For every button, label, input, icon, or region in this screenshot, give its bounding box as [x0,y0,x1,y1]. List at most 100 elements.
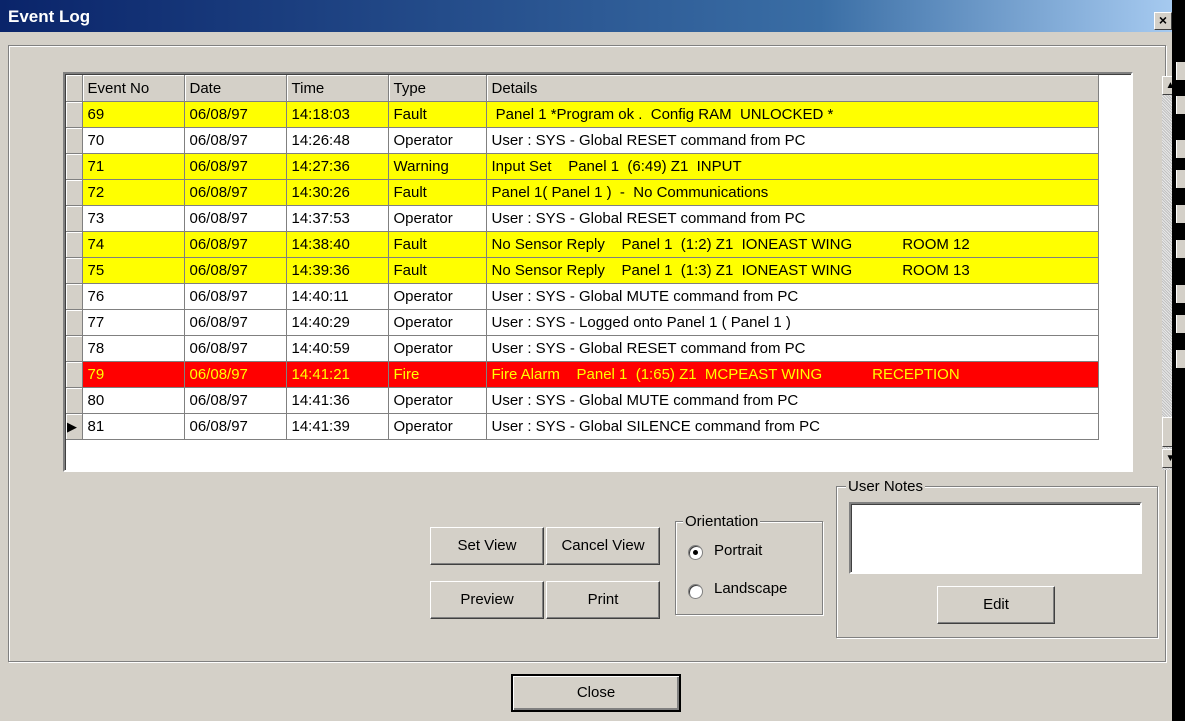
event-no-cell[interactable]: 69 [82,101,185,128]
date-cell[interactable]: 06/08/97 [184,153,287,180]
date-cell[interactable]: 06/08/97 [184,127,287,154]
table-row[interactable]: 73 06/08/97 14:37:53 Operator User : SYS - G… [66,205,1099,232]
type-cell[interactable]: Operator [388,309,487,336]
type-cell[interactable]: Operator [388,335,487,362]
event-no-cell[interactable]: 75 [82,257,185,284]
date-cell[interactable]: 06/08/97 [184,309,287,336]
table-row[interactable]: 75 06/08/97 14:39:36 Fault No Sensor Reply P… [66,257,1099,284]
landscape-label[interactable]: Landscape [714,580,787,597]
details-cell[interactable]: No Sensor Reply Panel 1 (1:3) Z1 IONEAST… [486,257,1099,284]
event-no-cell[interactable]: 79 [82,361,185,388]
row-selector[interactable] [66,335,83,362]
type-cell[interactable]: Operator [388,127,487,154]
table-row[interactable]: 72 06/08/97 14:30:26 Fault Panel 1( Panel 1 … [66,179,1099,206]
details-cell[interactable]: User : SYS - Logged onto Panel 1 ( Panel… [486,309,1099,336]
time-cell[interactable]: 14:40:59 [286,335,389,362]
type-cell[interactable]: Operator [388,413,487,440]
event-no-cell[interactable]: 81 [82,413,185,440]
type-cell[interactable]: Operator [388,205,487,232]
event-no-cell[interactable]: 71 [82,153,185,180]
column-header-event-no[interactable]: Event No [82,75,185,102]
edit-button[interactable]: Edit [937,586,1055,624]
time-cell[interactable]: 14:18:03 [286,101,389,128]
event-no-cell[interactable]: 80 [82,387,185,414]
time-cell[interactable]: 14:41:39 [286,413,389,440]
preview-button[interactable]: Preview [430,581,544,619]
type-cell[interactable]: Fault [388,257,487,284]
column-header-type[interactable]: Type [388,75,487,102]
row-selector[interactable] [66,205,83,232]
details-cell[interactable]: Panel 1( Panel 1 ) - No Communications [486,179,1099,206]
time-cell[interactable]: 14:41:21 [286,361,389,388]
table-row[interactable]: 74 06/08/97 14:38:40 Fault No Sensor Reply P… [66,231,1099,258]
column-header-date[interactable]: Date [184,75,287,102]
print-button[interactable]: Print [546,581,660,619]
row-selector[interactable] [66,257,83,284]
table-row[interactable]: 71 06/08/97 14:27:36 Warning Input Set Panel… [66,153,1099,180]
row-selector[interactable] [66,361,83,388]
time-cell[interactable]: 14:38:40 [286,231,389,258]
time-cell[interactable]: 14:37:53 [286,205,389,232]
event-no-cell[interactable]: 76 [82,283,185,310]
date-cell[interactable]: 06/08/97 [184,335,287,362]
type-cell[interactable]: Fire [388,361,487,388]
table-row[interactable]: 76 06/08/97 14:40:11 Operator User : SYS - G… [66,283,1099,310]
details-cell[interactable]: User : SYS - Global MUTE command from PC [486,387,1099,414]
set-view-button[interactable]: Set View [430,527,544,565]
portrait-label[interactable]: Portrait [714,542,762,559]
date-cell[interactable]: 06/08/97 [184,413,287,440]
portrait-radio[interactable] [688,545,703,560]
event-grid[interactable]: Event No Date Time Type Details 69 06/08/… [63,72,1179,472]
details-cell[interactable]: No Sensor Reply Panel 1 (1:2) Z1 IONEAST… [486,231,1099,258]
type-cell[interactable]: Operator [388,387,487,414]
table-row[interactable]: 78 06/08/97 14:40:59 Operator User : SYS - G… [66,335,1099,362]
row-selector[interactable] [66,309,83,336]
landscape-radio[interactable] [688,584,703,599]
details-cell[interactable]: Input Set Panel 1 (6:49) Z1 INPUT [486,153,1099,180]
details-cell[interactable]: User : SYS - Global RESET command from P… [486,335,1099,362]
event-no-cell[interactable]: 70 [82,127,185,154]
table-row[interactable]: ▶ 81 06/08/97 14:41:39 Operator User : SYS - … [66,413,1099,440]
close-icon[interactable]: × [1154,12,1172,30]
date-cell[interactable]: 06/08/97 [184,205,287,232]
type-cell[interactable]: Operator [388,283,487,310]
close-button[interactable]: Close [511,674,681,712]
date-cell[interactable]: 06/08/97 [184,257,287,284]
event-no-cell[interactable]: 77 [82,309,185,336]
row-selector[interactable] [66,231,83,258]
row-selector[interactable] [66,387,83,414]
time-cell[interactable]: 14:26:48 [286,127,389,154]
type-cell[interactable]: Warning [388,153,487,180]
details-cell[interactable]: User : SYS - Global RESET command from P… [486,127,1099,154]
user-notes-field[interactable] [849,502,1142,574]
event-no-cell[interactable]: 73 [82,205,185,232]
row-selector[interactable] [66,101,83,128]
details-cell[interactable]: User : SYS - Global MUTE command from PC [486,283,1099,310]
date-cell[interactable]: 06/08/97 [184,361,287,388]
date-cell[interactable]: 06/08/97 [184,231,287,258]
event-no-cell[interactable]: 74 [82,231,185,258]
column-header-details[interactable]: Details [486,75,1099,102]
time-cell[interactable]: 14:39:36 [286,257,389,284]
time-cell[interactable]: 14:27:36 [286,153,389,180]
type-cell[interactable]: Fault [388,101,487,128]
column-header-time[interactable]: Time [286,75,389,102]
time-cell[interactable]: 14:41:36 [286,387,389,414]
title-bar[interactable]: Event Log × [0,0,1172,32]
date-cell[interactable]: 06/08/97 [184,101,287,128]
row-selector[interactable] [66,283,83,310]
row-selector[interactable] [66,127,83,154]
time-cell[interactable]: 14:30:26 [286,179,389,206]
table-row[interactable]: 69 06/08/97 14:18:03 Fault Panel 1 *Program… [66,101,1099,128]
date-cell[interactable]: 06/08/97 [184,179,287,206]
cancel-view-button[interactable]: Cancel View [546,527,660,565]
details-cell[interactable]: User : SYS - Global RESET command from P… [486,205,1099,232]
event-no-cell[interactable]: 78 [82,335,185,362]
row-selector[interactable] [66,179,83,206]
table-row[interactable]: 77 06/08/97 14:40:29 Operator User : SYS - L… [66,309,1099,336]
row-selector[interactable]: ▶ [66,413,83,440]
event-no-cell[interactable]: 72 [82,179,185,206]
date-cell[interactable]: 06/08/97 [184,387,287,414]
details-cell[interactable]: Panel 1 *Program ok . Config RAM UNLOCKE… [486,101,1099,128]
time-cell[interactable]: 14:40:11 [286,283,389,310]
